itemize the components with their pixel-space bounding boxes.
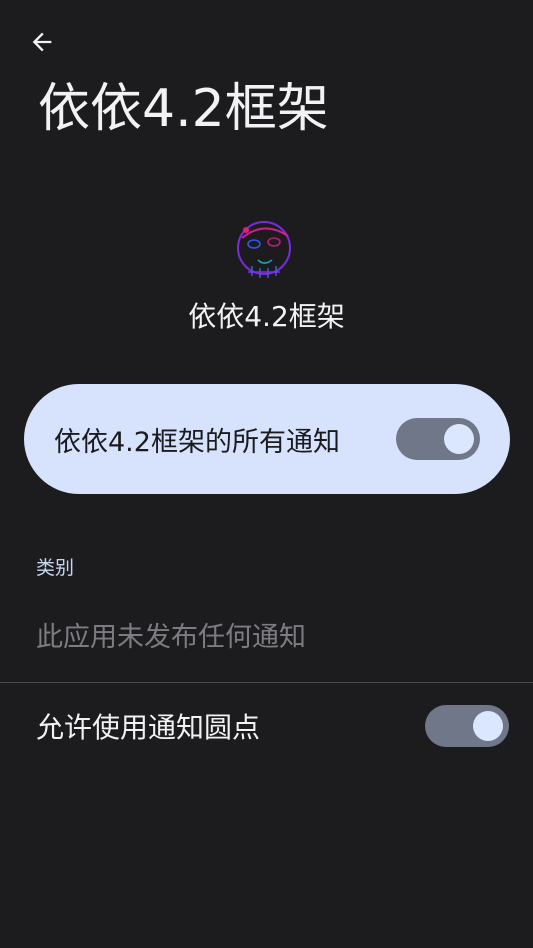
all-notifications-switch[interactable] — [396, 418, 480, 460]
no-notifications-message: 此应用未发布任何通知 — [36, 622, 306, 653]
back-button[interactable] — [22, 22, 62, 62]
all-notifications-toggle-row[interactable]: 依依4.2框架的所有通知 — [24, 384, 510, 494]
switch-knob — [473, 711, 503, 741]
notification-dot-switch[interactable] — [425, 705, 509, 747]
page-title: 依依4.2框架 — [38, 79, 329, 139]
switch-knob — [444, 424, 474, 454]
app-name: 依依4.2框架 — [188, 300, 345, 333]
app-avatar-icon — [234, 216, 298, 280]
categories-section-header: 类别 — [36, 557, 75, 579]
all-notifications-label: 依依4.2框架的所有通知 — [54, 426, 340, 458]
notification-dot-label: 允许使用通知圆点 — [36, 711, 261, 744]
arrow-left-icon — [32, 32, 52, 52]
app-notification-settings-screen: 依依4.2框架 依依4.2框架 依依4.2框架的所有通知 类别 此应用未发布任何… — [0, 0, 533, 948]
notification-dot-toggle-row[interactable]: 允许使用通知圆点 — [0, 683, 533, 769]
